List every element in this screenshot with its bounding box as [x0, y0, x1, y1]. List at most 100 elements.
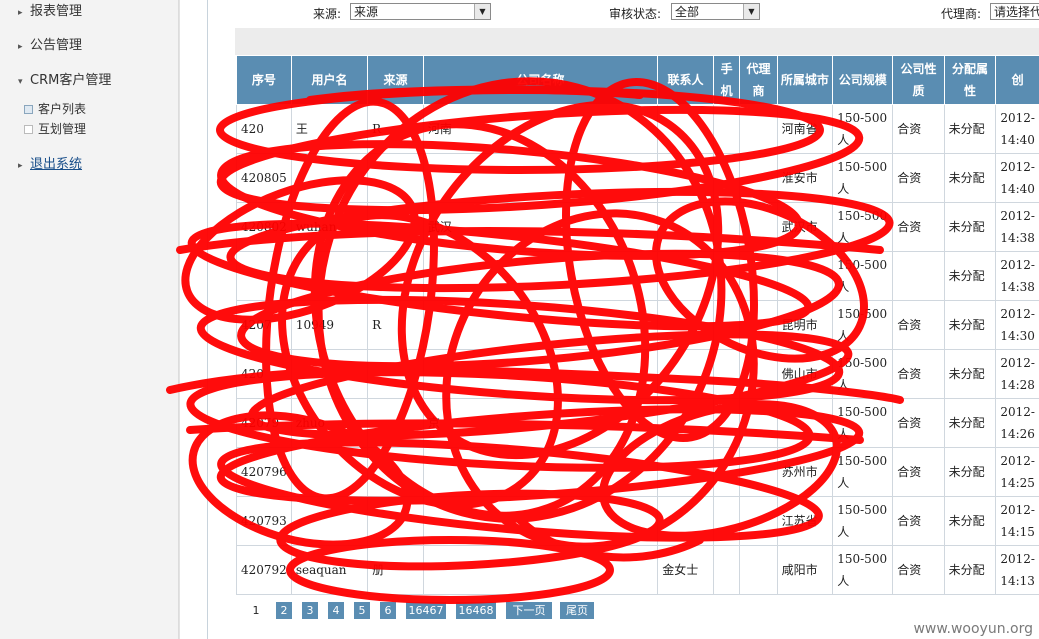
table-cell: 合资 — [892, 496, 945, 546]
table-row[interactable]: 420796 苏州市 150-500人 合资 未分配 2012-14:25 — [236, 447, 1039, 497]
table-cell: 420796 — [236, 447, 292, 497]
page-link[interactable]: 5 — [354, 602, 370, 619]
table-cell: 王 — [290, 104, 369, 154]
sidebar-subitem-transfer[interactable]: 互划管理 — [24, 120, 86, 137]
toolbar-band — [235, 28, 1039, 55]
chevron-right-icon: ▸ — [18, 8, 23, 18]
table-cell — [367, 447, 424, 497]
table-cell — [739, 447, 778, 497]
agent-select[interactable]: 请选择代 — [990, 3, 1039, 20]
table-cell — [712, 398, 741, 448]
table-cell: 150-500人 — [832, 496, 894, 546]
next-page-button[interactable]: 下一页 — [506, 602, 552, 619]
table-cell: wuhan — [290, 202, 369, 252]
sidebar-subitem-label: 客户列表 — [38, 102, 87, 116]
table-cell: 未分配 — [943, 104, 997, 154]
page-link[interactable]: 4 — [328, 602, 344, 619]
table-row[interactable]: 420 佛山市 150-500人 合资 未分配 2012-14:28 — [236, 349, 1039, 399]
table-cell — [776, 398, 834, 448]
sidebar-item-reports[interactable]: ▸ 报表管理 — [18, 0, 82, 19]
table-cell: 420 — [236, 349, 292, 399]
table-cell — [367, 153, 424, 203]
table-cell: 未分配 — [943, 153, 997, 203]
table-row[interactable]: 420792 seaquan 册 金女士 咸阳市 150-500人 合资 未分配 2012-14… — [236, 545, 1039, 595]
sidebar-subitem-label: 互划管理 — [38, 122, 87, 136]
sidebar-item-announcements[interactable]: ▸ 公告管理 — [18, 34, 82, 53]
table-cell: 合资 — [892, 447, 945, 497]
last-page-button[interactable]: 尾页 — [560, 602, 594, 619]
table-cell: 2012-14:25 — [995, 447, 1039, 497]
column-header: 公司规模 — [832, 55, 894, 105]
source-select[interactable]: 来源 ▼ — [350, 3, 491, 20]
table-cell: 150-500人 — [832, 153, 894, 203]
table-header-row: 序号 用户名 来源 公司名称 联系人 手机 代理商 所属城市 公司规模 公司性质 分配属性创 — [236, 55, 1039, 105]
sidebar-item-logout[interactable]: ▸ 退出系统 — [18, 153, 82, 172]
page-link[interactable]: 16467 — [406, 602, 446, 619]
column-header: 用户名 — [290, 55, 369, 105]
gutter — [179, 0, 208, 639]
table-cell — [236, 251, 292, 301]
page-link[interactable]: 2 — [276, 602, 292, 619]
table-row[interactable]: 420805 淮安市 150-500人 合资 未分配 2012-14:40 — [236, 153, 1039, 203]
table-cell: 150-500人 — [832, 545, 894, 595]
table-cell: 2012-14:40 — [995, 153, 1039, 203]
table-row[interactable]: 42079 zhuo 京 150-500人 合资 未分配 2012-14:26 — [236, 398, 1039, 448]
column-header: 联系人 — [657, 55, 714, 105]
logout-link[interactable]: 退出系统 — [30, 157, 82, 172]
sidebar-item-label: 公告管理 — [30, 38, 83, 53]
table-cell: 2012-14:30 — [995, 300, 1039, 350]
table-cell: 2012-14:40 — [995, 104, 1039, 154]
table-cell — [739, 153, 778, 203]
table-cell: 未分配 — [943, 202, 997, 252]
table-cell: 册 — [367, 545, 424, 595]
column-header: 公司性质 — [892, 55, 945, 105]
audit-status-value: 全部 — [675, 5, 700, 19]
table-cell: 420805 — [236, 153, 292, 203]
page-link[interactable]: 6 — [380, 602, 396, 619]
table-cell — [739, 300, 778, 350]
chevron-down-icon: ▾ — [18, 77, 23, 87]
table-row[interactable]: 420793 江苏省 150-500人 合资 未分配 2012-14:15 — [236, 496, 1039, 546]
table-row[interactable]: 420 王 R 河南 河南省 150-500人 合资 未分配 2012-14:40 — [236, 104, 1039, 154]
table-row[interactable]: 420802 wuhan 武汉 武汉市 150-500人 合资 未分配 2012-14:38 — [236, 202, 1039, 252]
table-cell — [290, 251, 369, 301]
table-cell: 河南 — [422, 104, 659, 154]
table-cell — [657, 398, 714, 448]
table-cell: 420 — [236, 104, 292, 154]
table-cell: 150-500人 — [832, 398, 894, 448]
table-cell — [422, 447, 659, 497]
table-cell — [367, 202, 424, 252]
table-cell: 昆明市 — [776, 300, 834, 350]
table-cell: 未分配 — [943, 447, 997, 497]
chevron-right-icon: ▸ — [18, 161, 23, 171]
table-cell — [367, 496, 424, 546]
table-cell: 淮安市 — [776, 153, 834, 203]
table-cell — [657, 153, 714, 203]
table-cell: R — [367, 104, 424, 154]
table-cell — [422, 300, 659, 350]
table-row[interactable]: 150-500人 未分配 2012-14:38 — [236, 251, 1039, 301]
table-row[interactable]: 4207 10949 R 昆明市 150-500人 合资 未分配 2012-14:30 — [236, 300, 1039, 350]
table-cell — [422, 153, 659, 203]
table-cell — [739, 251, 778, 301]
sidebar-subitem-customer-list[interactable]: 客户列表 — [24, 100, 86, 117]
column-header: 手机 — [712, 55, 741, 105]
page-link[interactable]: 3 — [302, 602, 318, 619]
table-cell: 150-500人 — [832, 349, 894, 399]
table-cell — [712, 251, 741, 301]
table-cell: 咸阳市 — [776, 545, 834, 595]
watermark: www.wooyun.org — [913, 621, 1033, 637]
chevron-down-icon: ▼ — [474, 4, 490, 19]
table-cell — [657, 104, 714, 154]
table-cell: 2012-14:28 — [995, 349, 1039, 399]
audit-status-select[interactable]: 全部 ▼ — [671, 3, 760, 20]
sidebar-item-crm[interactable]: ▾ CRM客户管理 — [18, 69, 111, 88]
table-cell: 合资 — [892, 153, 945, 203]
table-cell — [367, 398, 424, 448]
chevron-right-icon: ▸ — [18, 42, 23, 52]
table-cell: 420802 — [236, 202, 292, 252]
table-cell: 合资 — [892, 545, 945, 595]
table-cell: zhuo — [290, 398, 369, 448]
page-link[interactable]: 16468 — [456, 602, 496, 619]
table-cell: 江苏省 — [776, 496, 834, 546]
